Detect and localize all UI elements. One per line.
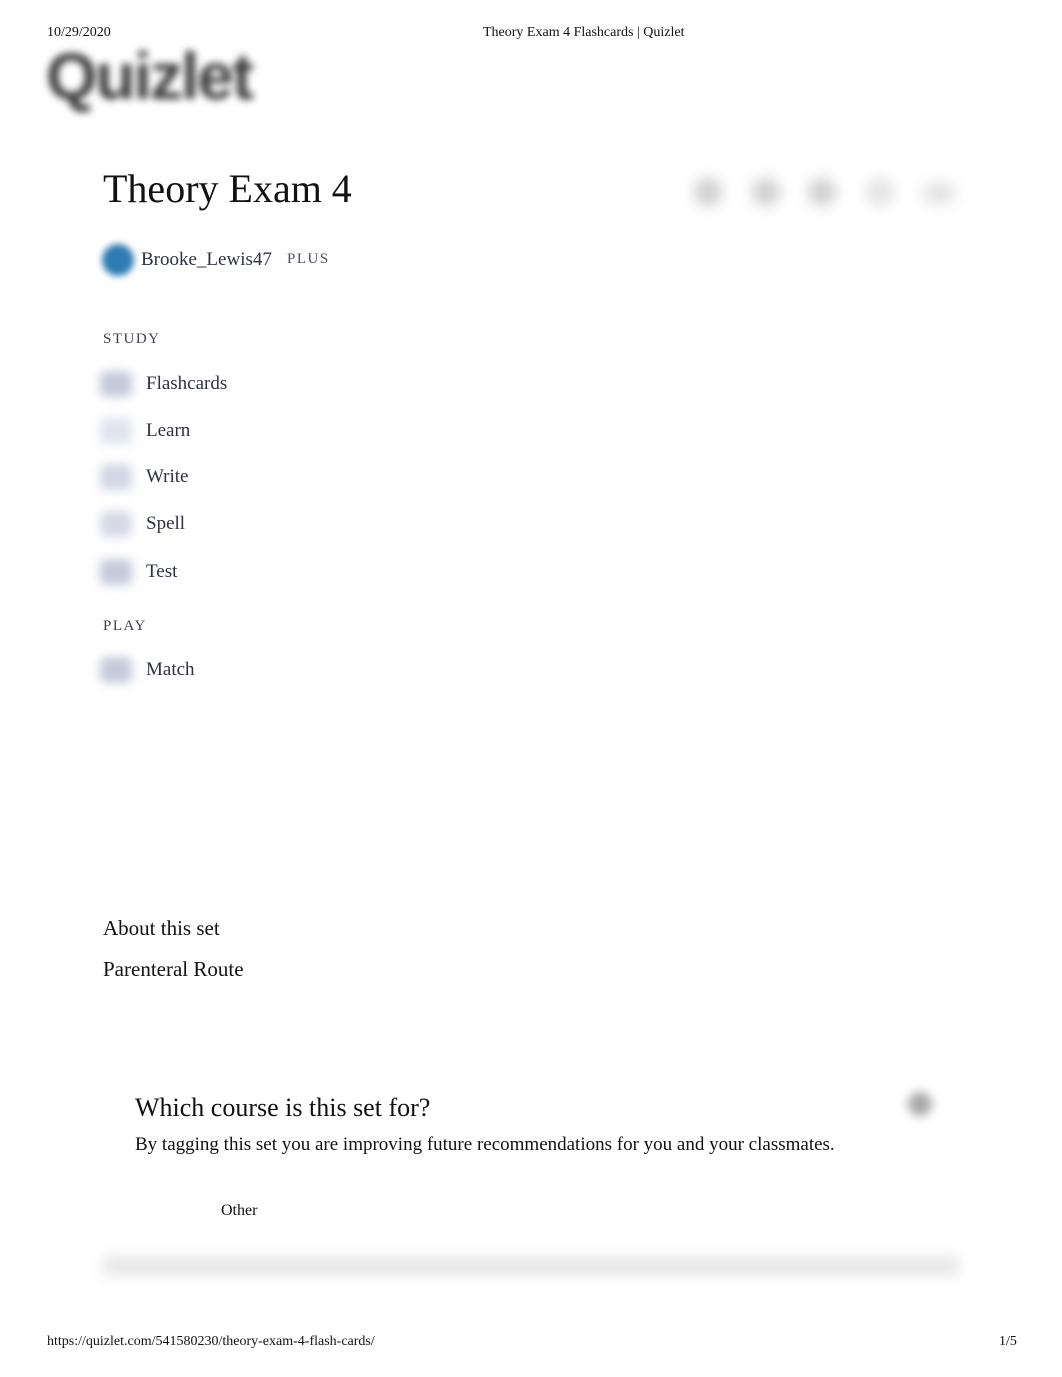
share-link-icon[interactable] [752, 178, 780, 206]
course-prompt-heading: Which course is this set for? [135, 1093, 431, 1122]
study-mode-label: Spell [146, 513, 186, 534]
flashcards-icon [100, 371, 132, 397]
study-mode-label: Test [146, 561, 178, 582]
study-mode-write[interactable]: Write [100, 462, 189, 492]
spell-icon [100, 511, 132, 537]
card-shadow [103, 1256, 959, 1276]
plus-badge: PLUS [287, 251, 330, 267]
print-url: https://quizlet.com/541580230/theory-exa… [47, 1334, 375, 1349]
play-mode-match[interactable]: Match [100, 655, 195, 685]
play-section-label: PLAY [103, 618, 147, 634]
close-icon[interactable] [908, 1092, 932, 1116]
write-icon [100, 464, 132, 490]
study-mode-flashcards[interactable]: Flashcards [100, 369, 227, 399]
edit-icon[interactable] [866, 178, 894, 206]
study-mode-label: Flashcards [146, 373, 228, 394]
study-mode-label: Write [146, 466, 189, 487]
test-icon [100, 559, 132, 585]
author-username[interactable]: Brooke_Lewis47 [141, 249, 272, 271]
course-prompt-description: By tagging this set you are improving fu… [135, 1134, 835, 1155]
play-mode-label: Match [146, 659, 195, 680]
match-icon [100, 657, 132, 683]
info-icon[interactable] [808, 178, 836, 206]
more-options-icon[interactable] [922, 182, 956, 204]
study-section-label: STUDY [103, 331, 161, 347]
quizlet-logo[interactable]: Quizlet [46, 38, 254, 114]
about-set-heading: About this set [103, 916, 220, 940]
print-page-title: Theory Exam 4 Flashcards | Quizlet [483, 25, 685, 40]
course-option-other[interactable]: Other [221, 1202, 257, 1220]
set-description: Parenteral Route [103, 957, 244, 981]
add-to-folder-icon[interactable] [694, 178, 722, 206]
study-mode-test[interactable]: Test [100, 557, 177, 587]
study-mode-spell[interactable]: Spell [100, 509, 185, 539]
learn-icon [100, 418, 132, 444]
print-page-number: 1/5 [999, 1334, 1017, 1349]
set-title: Theory Exam 4 [103, 166, 352, 211]
avatar[interactable] [102, 244, 134, 276]
study-mode-label: Learn [146, 420, 191, 441]
study-mode-learn[interactable]: Learn [100, 416, 190, 446]
